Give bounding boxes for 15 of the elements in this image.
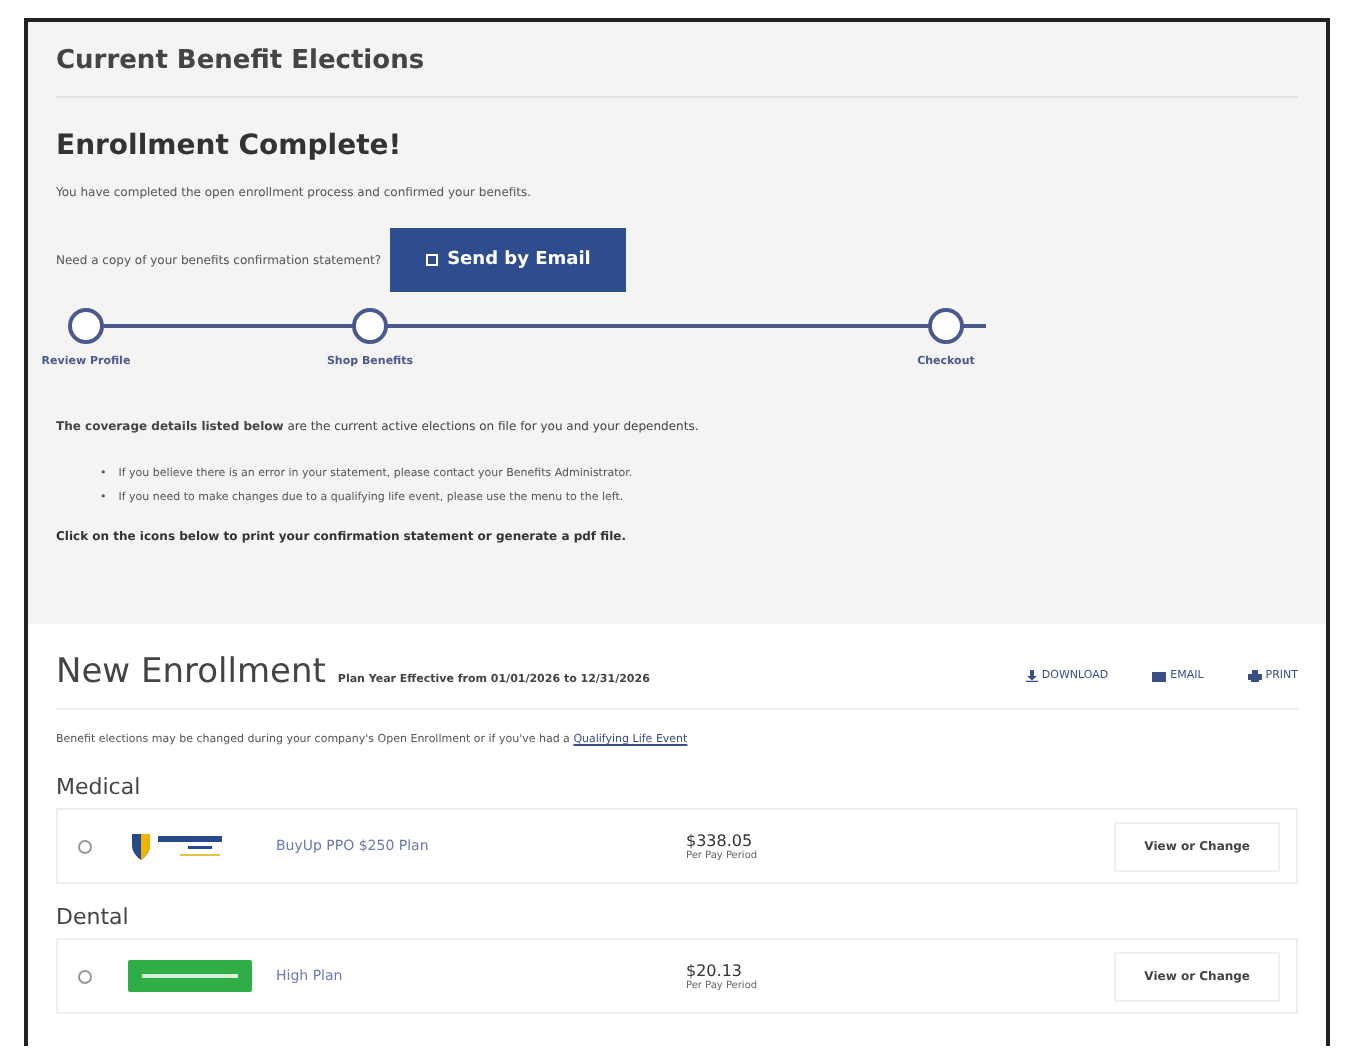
dental-logo-drawing [128,960,252,992]
enrollment-title: New Enrollment [56,652,326,692]
category-heading: Dental [56,904,131,930]
download-icon [1025,670,1038,682]
radio-icon [78,839,92,853]
checkbox-icon [425,254,438,266]
envelope-icon [1152,671,1167,681]
page-title: Current Benefit Elections [56,38,1298,98]
category-heading: Medical [56,774,143,800]
section-heading: Enrollment Complete! [56,130,404,162]
printer-icon [1247,670,1262,682]
plan-price: $20.13 [686,961,744,979]
send-email-button[interactable]: Send by Email [389,228,627,292]
radio-icon [78,969,92,983]
plan-price: $338.05 [686,831,755,849]
